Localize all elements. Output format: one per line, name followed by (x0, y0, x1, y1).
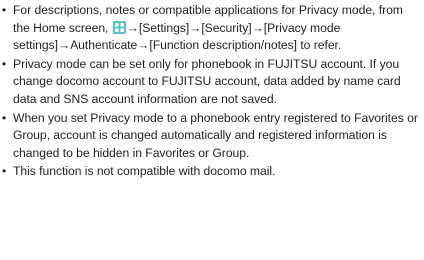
note-text: This function is not compatible with doc… (13, 164, 276, 179)
note-item: • For descriptions, notes or compatible … (0, 2, 424, 55)
menu-grid-icon (112, 20, 126, 34)
bullet: • (2, 164, 7, 179)
bullet: • (2, 110, 7, 125)
bullet: • (2, 3, 7, 17)
note-item: • Privacy mode can be set only for phone… (0, 56, 424, 109)
notes-list: • For descriptions, notes or compatible … (0, 2, 424, 182)
note-text: Privacy mode can be set only for phonebo… (13, 56, 401, 106)
bullet: • (2, 56, 7, 71)
note-text: When you set Privacy mode to a phonebook… (13, 110, 418, 160)
note-item: • This function is not compatible with d… (0, 163, 424, 181)
note-item: • When you set Privacy mode to a phonebo… (0, 110, 424, 163)
